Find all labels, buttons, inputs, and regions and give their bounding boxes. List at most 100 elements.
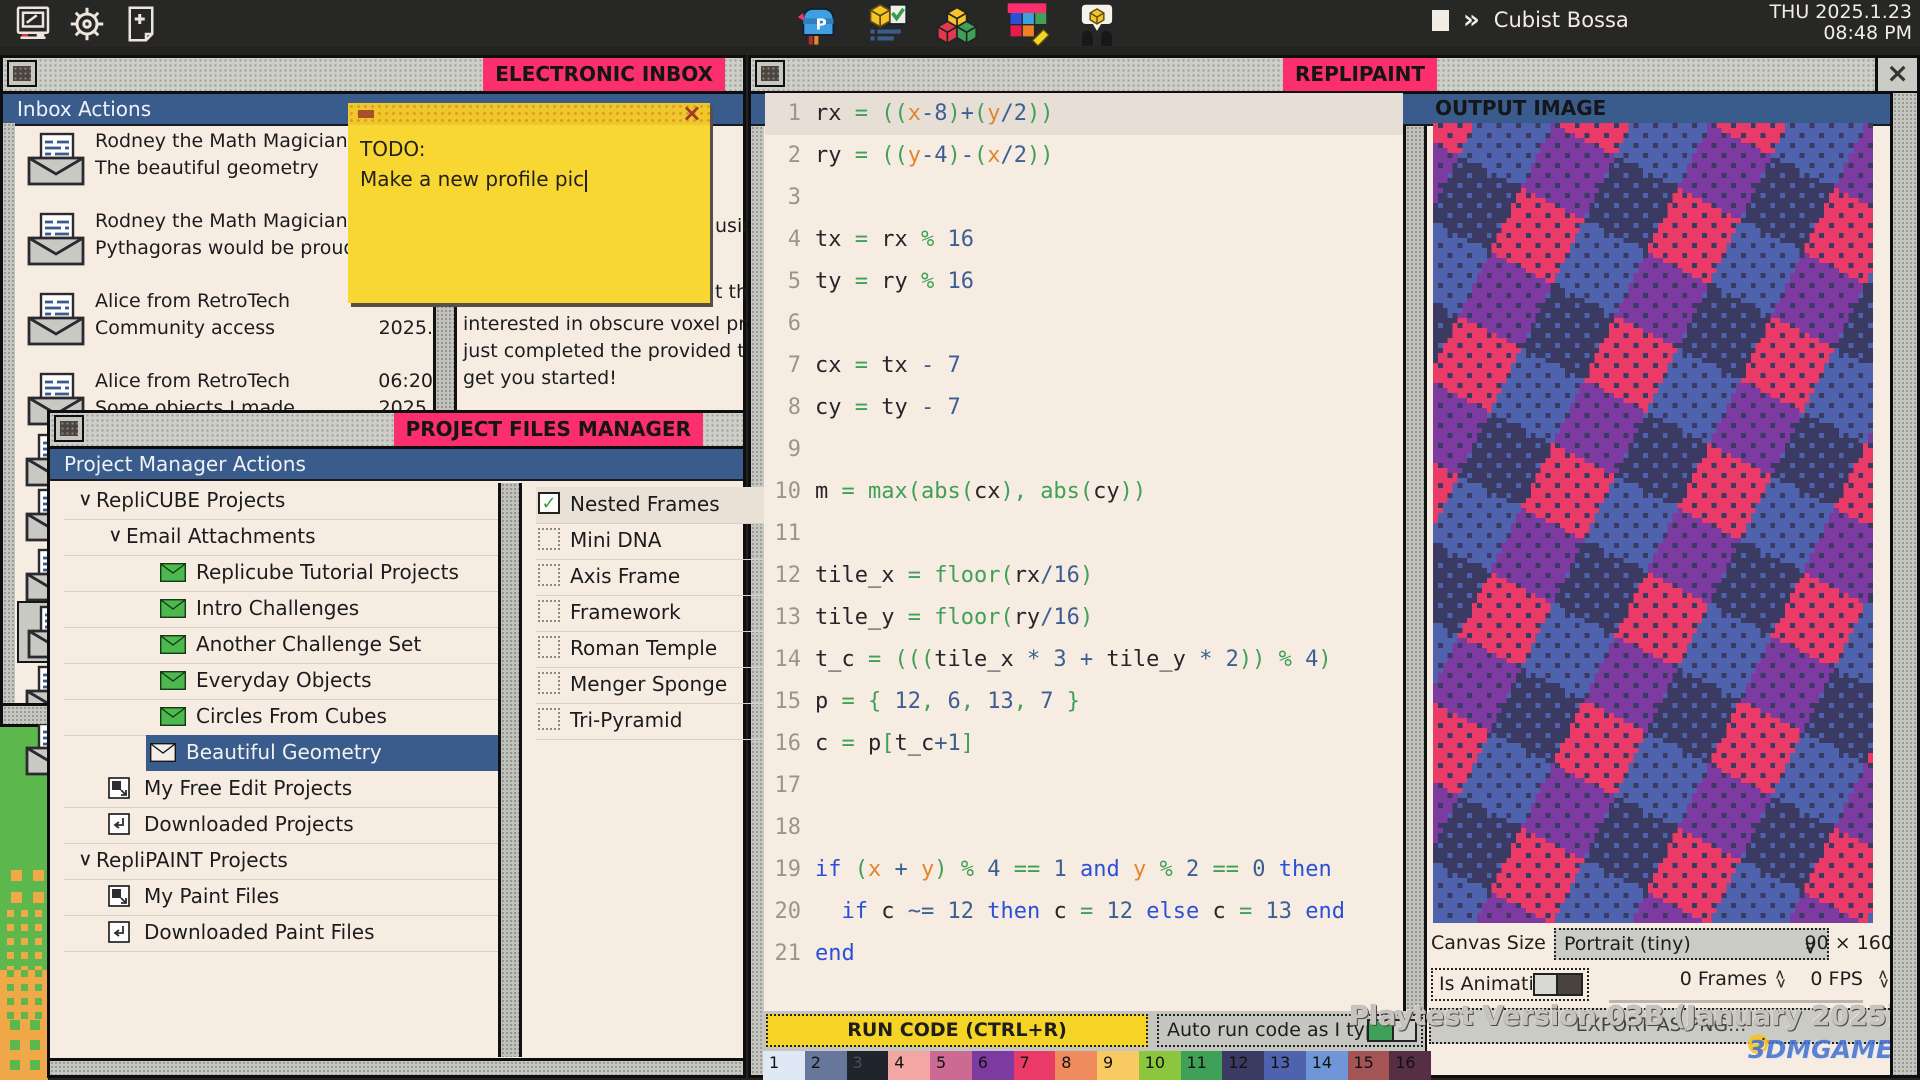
project-window-icon[interactable]	[54, 415, 84, 442]
palette-color-1[interactable]: 1	[763, 1051, 805, 1080]
code-line-11[interactable]: 11	[765, 513, 1403, 555]
cubes-icon[interactable]	[935, 2, 979, 46]
tree-item-beautiful-geometry[interactable]: Beautiful Geometry	[146, 735, 516, 771]
checklist-item-nested-frames[interactable]: ✓Nested Frames	[536, 487, 764, 524]
code-line-4[interactable]: 4tx = rx % 16	[765, 219, 1403, 261]
close-button[interactable]: ×	[1875, 58, 1917, 91]
code-line-7[interactable]: 7cx = tx - 7	[765, 345, 1403, 387]
code-line-17[interactable]: 17	[765, 765, 1403, 807]
checkbox[interactable]	[538, 708, 560, 730]
is-animation-toggle[interactable]	[1533, 973, 1583, 996]
code-line-3[interactable]: 3	[765, 177, 1403, 219]
fps-spinner[interactable]: >>	[1878, 970, 1889, 988]
checkbox[interactable]	[538, 564, 560, 586]
checklist-item-framework[interactable]: Framework	[536, 595, 764, 632]
skip-icon[interactable]: »	[1463, 10, 1480, 30]
fps-field[interactable]: 0 FPS	[1753, 968, 1863, 1003]
code-line-21[interactable]: 21end	[765, 933, 1403, 975]
palette-color-7[interactable]: 7	[1014, 1051, 1056, 1080]
palette-color-16[interactable]: 16	[1389, 1051, 1431, 1080]
computer-icon[interactable]	[12, 4, 54, 44]
palette-color-5[interactable]: 5	[930, 1051, 972, 1080]
checkbox[interactable]	[538, 528, 560, 550]
palette-color-13[interactable]: 13	[1264, 1051, 1306, 1080]
palette-color-11[interactable]: 11	[1181, 1051, 1223, 1080]
output-image	[1433, 123, 1873, 923]
minimize-icon[interactable]	[358, 110, 374, 118]
project-pane-divider[interactable]	[498, 483, 522, 1057]
paint-grid-icon[interactable]	[1005, 2, 1049, 46]
tree-item-my-free-edit-projects[interactable]: My Free Edit Projects	[64, 771, 516, 808]
code-line-18[interactable]: 18	[765, 807, 1403, 849]
palette-color-8[interactable]: 8	[1055, 1051, 1097, 1080]
code-line-14[interactable]: 14t_c = (((tile_x * 3 + tile_y * 2)) % 4…	[765, 639, 1403, 681]
new-note-icon[interactable]	[120, 4, 162, 44]
tree-item-downloaded-projects[interactable]: Downloaded Projects	[64, 807, 516, 844]
code-line-8[interactable]: 8cy = ty - 7	[765, 387, 1403, 429]
code-scrollbar[interactable]	[1403, 126, 1427, 1051]
sticky-note-titlebar[interactable]: ×	[348, 103, 710, 125]
chevron-down-icon[interactable]: >	[75, 853, 95, 867]
code-line-20[interactable]: 20 if c ~= 12 then c = 12 else c = 13 en…	[765, 891, 1403, 933]
code-line-2[interactable]: 2ry = ((y-4)-(x/2))	[765, 135, 1403, 177]
checklist-item-mini-dna[interactable]: Mini DNA	[536, 523, 764, 560]
code-line-9[interactable]: 9	[765, 429, 1403, 471]
palette-color-4[interactable]: 4	[888, 1051, 930, 1080]
palette-color-2[interactable]: 2	[805, 1051, 847, 1080]
checklist-item-roman-temple[interactable]: Roman Temple	[536, 631, 764, 668]
tree-item-downloaded-paint-files[interactable]: Downloaded Paint Files	[64, 915, 516, 952]
close-icon[interactable]: ×	[682, 99, 702, 127]
tree-item-circles-from-cubes[interactable]: Circles From Cubes	[64, 699, 516, 736]
tree-item-replipaint-projects[interactable]: >RepliPAINT Projects	[64, 843, 516, 880]
code-line-19[interactable]: 19if (x + y) % 4 == 1 and y % 2 == 0 the…	[765, 849, 1403, 891]
checkbox[interactable]	[538, 672, 560, 694]
code-line-15[interactable]: 15p = { 12, 6, 13, 7 }	[765, 681, 1403, 723]
checklist-item-tri-pyramid[interactable]: Tri-Pyramid	[536, 703, 764, 740]
canvas-size-dropdown[interactable]: Portrait (tiny) >	[1554, 928, 1829, 960]
code-line-13[interactable]: 13tile_y = floor(ry/16)	[765, 597, 1403, 639]
palette-color-12[interactable]: 12	[1222, 1051, 1264, 1080]
palette-color-3[interactable]: 3	[847, 1051, 889, 1080]
replipaint-titlebar[interactable]: REPLIPAINT ×	[751, 58, 1917, 94]
chevron-down-icon[interactable]: >	[75, 493, 95, 507]
checkbox[interactable]: ✓	[538, 492, 560, 514]
tree-item-replicube-tutorial-projects[interactable]: Replicube Tutorial Projects	[64, 555, 516, 592]
palette-color-15[interactable]: 15	[1348, 1051, 1390, 1080]
palette-color-10[interactable]: 10	[1139, 1051, 1181, 1080]
palette-color-9[interactable]: 9	[1097, 1051, 1139, 1080]
palette-color-14[interactable]: 14	[1306, 1051, 1348, 1080]
replipaint-window-icon[interactable]	[755, 60, 785, 87]
mailbox-icon[interactable]: P	[795, 2, 839, 46]
inbox-window-icon[interactable]	[7, 60, 37, 87]
code-line-5[interactable]: 5ty = ry % 16	[765, 261, 1403, 303]
checklist-item-menger-sponge[interactable]: Menger Sponge	[536, 667, 764, 704]
tree-item-replicube-projects[interactable]: >RepliCUBE Projects	[64, 483, 516, 520]
tree-item-another-challenge-set[interactable]: Another Challenge Set	[64, 627, 516, 664]
frames-field[interactable]: 0 Frames	[1609, 968, 1767, 1003]
checkbox[interactable]	[538, 636, 560, 658]
note-text-line2[interactable]: Make a new profile pic	[360, 167, 587, 192]
tree-item-my-paint-files[interactable]: My Paint Files	[64, 879, 516, 916]
checklist-item-axis-frame[interactable]: Axis Frame	[536, 559, 764, 596]
tree-item-email-attachments[interactable]: >Email Attachments	[64, 519, 516, 556]
code-editor[interactable]: 1rx = ((x-8)+(y/2))2ry = ((y-4)-(x/2))34…	[765, 93, 1403, 977]
tree-item-intro-challenges[interactable]: Intro Challenges	[64, 591, 516, 628]
code-line-12[interactable]: 12tile_x = floor(rx/16)	[765, 555, 1403, 597]
inbox-titlebar[interactable]: ELECTRONIC INBOX	[3, 58, 743, 94]
project-titlebar[interactable]: PROJECT FILES MANAGER	[50, 413, 743, 449]
run-code-button[interactable]: RUN CODE (CTRL+R)	[766, 1014, 1148, 1047]
chevron-down-icon[interactable]: >	[105, 529, 125, 543]
code-line-16[interactable]: 16c = p[t_c+1]	[765, 723, 1403, 765]
code-line-1[interactable]: 1rx = ((x-8)+(y/2))	[765, 93, 1403, 135]
cube-checklist-icon[interactable]	[865, 2, 909, 46]
project-menubar[interactable]: Project Manager Actions	[50, 449, 743, 481]
checkbox[interactable]	[538, 600, 560, 622]
gear-icon[interactable]	[66, 4, 108, 44]
palette-color-6[interactable]: 6	[972, 1051, 1014, 1080]
code-line-10[interactable]: 10m = max(abs(cx), abs(cy))	[765, 471, 1403, 513]
sticky-note[interactable]: × TODO: Make a new profile pic	[348, 103, 710, 303]
tree-item-everyday-objects[interactable]: Everyday Objects	[64, 663, 516, 700]
code-line-6[interactable]: 6	[765, 303, 1403, 345]
chat-cube-icon[interactable]	[1075, 2, 1119, 46]
stop-icon[interactable]	[1432, 10, 1449, 31]
